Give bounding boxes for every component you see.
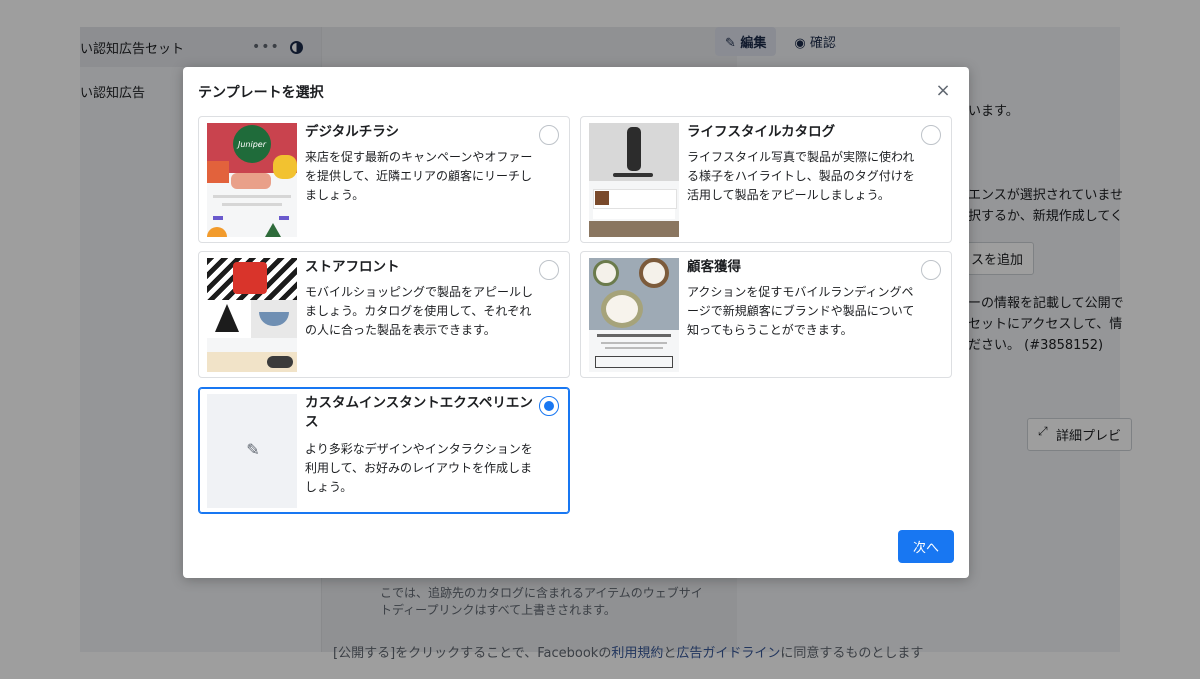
template-card-customer-acquisition[interactable]: 顧客獲得 アクションを促すモバイルランディングページで新規顧客にブランドや製品に…: [580, 251, 952, 378]
template-description: より多彩なデザインやインタラクションを利用して、お好みのレイアウトを作成しましょ…: [305, 442, 533, 494]
template-radio[interactable]: [921, 260, 941, 280]
storefront-thumbnail: [207, 258, 297, 372]
template-description: モバイルショッピングで製品をアピールしましょう。カタログを使用して、それぞれの人…: [305, 285, 534, 337]
template-title: ライフスタイルカタログ: [687, 124, 836, 140]
template-radio-selected[interactable]: [539, 396, 559, 416]
template-description: アクションを促すモバイルランディングページで新規顧客にブランドや製品について知っ…: [687, 285, 915, 337]
next-button[interactable]: 次へ: [898, 530, 954, 563]
template-radio[interactable]: [539, 260, 559, 280]
template-radio[interactable]: [539, 125, 559, 145]
template-description: ライフスタイル写真で製品が実際に使われる様子をハイライトし、製品のタグ付けを活用…: [687, 150, 915, 202]
dialog-title: テンプレートを選択: [198, 85, 324, 101]
template-title: ストアフロント: [305, 259, 400, 275]
digital-flyer-thumbnail: Juniper: [207, 123, 297, 237]
template-title: 顧客獲得: [687, 259, 741, 275]
template-title: カスタムインスタントエクスペリエンス: [305, 395, 533, 430]
template-select-dialog: テンプレートを選択 × Juniper デジタルチラシ 来店を促す最新のキャンペ…: [183, 67, 969, 578]
template-description: 来店を促す最新のキャンペーンやオファーを提供して、近隣エリアの顧客にリーチしまし…: [305, 150, 533, 202]
lifestyle-catalog-thumbnail: [589, 123, 679, 237]
template-title: デジタルチラシ: [305, 124, 399, 140]
template-card-lifestyle-catalog[interactable]: ライフスタイルカタログ ライフスタイル写真で製品が実際に使われる様子をハイライト…: [580, 116, 952, 243]
template-card-storefront[interactable]: ストアフロント モバイルショッピングで製品をアピールしましょう。カタログを使用し…: [198, 251, 570, 378]
close-icon[interactable]: ×: [931, 79, 955, 103]
template-radio[interactable]: [921, 125, 941, 145]
customer-acquisition-thumbnail: [589, 258, 679, 372]
edit-icon: ✎: [246, 440, 260, 459]
brand-logo: Juniper: [233, 125, 271, 163]
custom-thumbnail: ✎: [207, 394, 297, 508]
template-card-custom-instant-experience[interactable]: ✎ カスタムインスタントエクスペリエンス より多彩なデザインやインタラクションを…: [198, 387, 570, 514]
template-card-digital-flyer[interactable]: Juniper デジタルチラシ 来店を促す最新のキャンペーンやオファーを提供して…: [198, 116, 570, 243]
